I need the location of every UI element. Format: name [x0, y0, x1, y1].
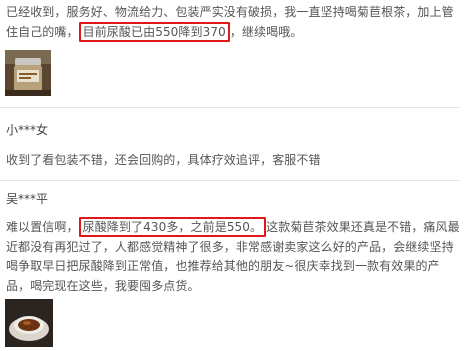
cup-image	[5, 299, 53, 347]
divider	[0, 107, 460, 108]
review-text: 收到了看包装不错，还会回购的，具体疗效追评，客服不错	[0, 151, 465, 171]
review-text-before: 难以置信啊，	[6, 220, 79, 234]
review-text-before: 收到了看包装不错，还会回购的，具体疗效追评，客服不错	[6, 153, 321, 167]
reviewer-name: 吴***平	[6, 192, 49, 206]
review-item: 已经收到，服务好、物流给力、包装严实没有破损，我一直坚持喝菊苣根茶，加上管住自己…	[0, 0, 465, 96]
review-photo-thumbnail[interactable]	[5, 299, 53, 347]
review-text: 难以置信啊， 尿酸降到了430多，之前是550。 这款菊苣茶效果还真是不错，痛风最近…	[0, 217, 465, 296]
review-text: 已经收到，服务好、物流给力、包装严实没有破损，我一直坚持喝菊苣根茶，加上管住自己…	[0, 0, 465, 42]
highlighted-text: 尿酸降到了430多，之前是550。	[78, 217, 267, 237]
review-photo-thumbnail[interactable]	[5, 50, 51, 96]
jar-image	[5, 50, 51, 96]
review-item: 吴***平 难以置信啊， 尿酸降到了430多，之前是550。 这款菊苣茶效果还真是不…	[0, 186, 465, 347]
review-text-after: ，继续喝哦。	[229, 24, 303, 39]
highlighted-text: 目前尿酸已由550降到370	[78, 21, 230, 42]
review-item: 小***女 收到了看包装不错，还会回购的，具体疗效追评，客服不错	[0, 113, 465, 171]
reviewer-name: 小***女	[6, 123, 49, 137]
divider	[0, 180, 460, 181]
